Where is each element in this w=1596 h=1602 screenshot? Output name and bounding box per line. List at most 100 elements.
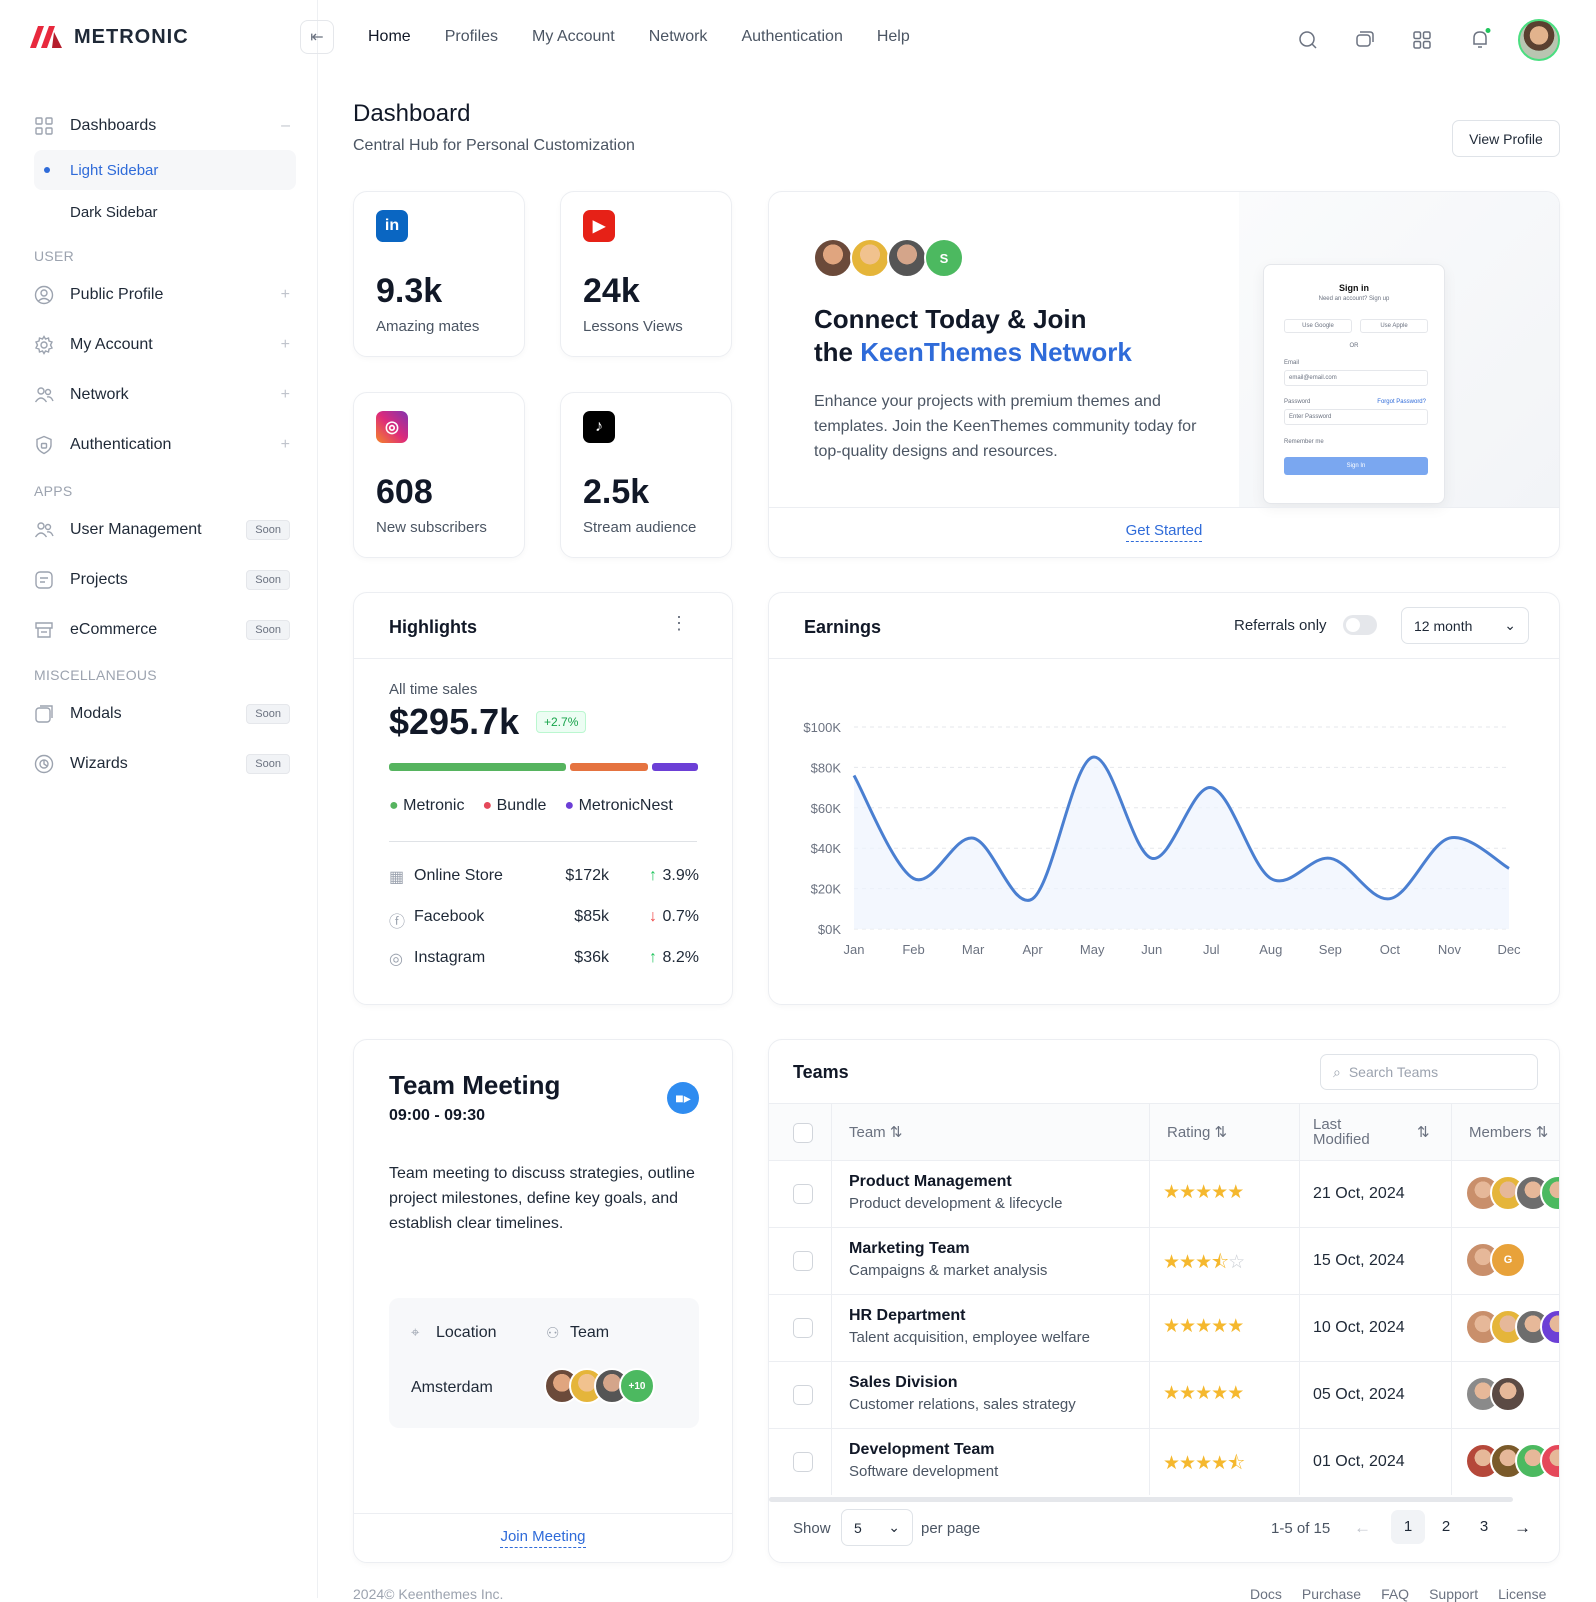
expand-icon[interactable]: + xyxy=(281,436,290,454)
horizontal-scrollbar[interactable] xyxy=(769,1497,1513,1502)
footer-link-faq[interactable]: FAQ xyxy=(1381,1586,1409,1602)
referrals-toggle[interactable] xyxy=(1343,615,1377,635)
legend-item: ● MetronicNest xyxy=(564,797,672,815)
table-row[interactable]: Marketing Team Campaigns & market analys… xyxy=(769,1227,1559,1294)
preview-google-button: Use Google xyxy=(1284,319,1352,333)
table-row[interactable]: HR Department Talent acquisition, employ… xyxy=(769,1294,1559,1361)
table-row[interactable]: Development Team Software development ★★… xyxy=(769,1428,1559,1495)
row-checkbox[interactable] xyxy=(793,1251,813,1271)
metronic-logo-icon xyxy=(28,24,64,50)
team-name[interactable]: HR Department xyxy=(849,1307,1090,1325)
footer-link-purchase[interactable]: Purchase xyxy=(1302,1586,1361,1602)
app-logo[interactable]: METRONIC xyxy=(28,24,189,50)
stat-card-youtube: ▶ 24k Lessons Views xyxy=(560,191,732,357)
row-change: 8.2% xyxy=(663,949,699,967)
soon-badge: Soon xyxy=(246,570,290,590)
sidebar-item-public-profile[interactable]: Public Profile + xyxy=(34,275,296,315)
legend-label: MetronicNest xyxy=(579,797,673,814)
topnav-authentication[interactable]: Authentication xyxy=(741,28,842,46)
column-divider xyxy=(1149,1161,1150,1227)
user-avatar[interactable] xyxy=(1518,19,1560,61)
column-members[interactable]: Members ⇅ xyxy=(1469,1123,1548,1141)
more-menu-icon[interactable]: ⋮ xyxy=(670,613,688,634)
row-checkbox[interactable] xyxy=(793,1452,813,1472)
topnav-my-account[interactable]: My Account xyxy=(532,28,615,46)
page-button-2[interactable]: 2 xyxy=(1429,1510,1463,1544)
expand-icon[interactable]: + xyxy=(281,386,290,404)
sidebar-item-ecommerce[interactable]: eCommerce Soon xyxy=(34,610,296,650)
row-checkbox[interactable] xyxy=(793,1184,813,1204)
team-name[interactable]: Product Management xyxy=(849,1173,1062,1191)
table-row[interactable]: Product Management Product development &… xyxy=(769,1160,1559,1227)
linkedin-icon: in xyxy=(376,210,408,242)
team-name[interactable]: Sales Division xyxy=(849,1374,1076,1392)
sidebar-item-network[interactable]: Network + xyxy=(34,375,296,415)
search-teams-input[interactable]: ⌕Search Teams xyxy=(1320,1054,1538,1090)
view-profile-button[interactable]: View Profile xyxy=(1452,120,1560,157)
row-checkbox[interactable] xyxy=(793,1385,813,1405)
prev-page-icon[interactable]: ← xyxy=(1354,1518,1371,1538)
team-description: Software development xyxy=(849,1463,998,1480)
sidebar-item-wizards[interactable]: Wizards Soon xyxy=(34,744,296,784)
last-modified-date: 01 Oct, 2024 xyxy=(1313,1453,1405,1471)
star-icon: ★ xyxy=(1163,1316,1179,1337)
footer-link-license[interactable]: License xyxy=(1498,1586,1546,1602)
team-name[interactable]: Marketing Team xyxy=(849,1240,1047,1258)
cta-wrapper: Get Started xyxy=(769,522,1559,540)
expand-icon[interactable]: + xyxy=(281,336,290,354)
sidebar-item-my-account[interactable]: My Account + xyxy=(34,325,296,365)
last-modified-date: 21 Oct, 2024 xyxy=(1313,1185,1405,1203)
store-icon: ▦ xyxy=(389,867,404,887)
next-page-icon[interactable]: → xyxy=(1514,1518,1531,1538)
sidebar-item-dashboards[interactable]: Dashboards – xyxy=(34,106,296,146)
page-button-3[interactable]: 3 xyxy=(1467,1510,1501,1544)
column-last-modified[interactable]: LastModified xyxy=(1313,1117,1370,1147)
topnav-network[interactable]: Network xyxy=(649,28,708,46)
preview-password-input: Enter Password xyxy=(1284,409,1428,425)
zoom-icon[interactable]: ■▸ xyxy=(667,1082,699,1114)
stat-label: Stream audience xyxy=(583,519,696,536)
page-button-1[interactable]: 1 xyxy=(1391,1510,1425,1544)
column-divider xyxy=(1299,1295,1300,1361)
search-icon[interactable] xyxy=(1298,30,1318,55)
bell-icon[interactable] xyxy=(1469,28,1491,55)
sidebar-item-authentication[interactable]: Authentication + xyxy=(34,425,296,465)
column-divider xyxy=(1451,1429,1452,1495)
bar-segment-metronic xyxy=(389,763,566,771)
select-all-checkbox[interactable] xyxy=(793,1123,813,1143)
column-team[interactable]: Team ⇅ xyxy=(849,1123,902,1141)
chat-icon[interactable] xyxy=(1355,30,1375,55)
sidebar-item-modals[interactable]: Modals Soon xyxy=(34,694,296,734)
team-name[interactable]: Development Team xyxy=(849,1441,998,1459)
apps-grid-icon[interactable] xyxy=(1412,30,1432,55)
table-header: Team ⇅ Rating ⇅ LastModified ⇅ Members ⇅ xyxy=(769,1103,1560,1160)
period-select[interactable]: 12 month⌄ xyxy=(1401,607,1529,644)
sidebar-item-dark-sidebar[interactable]: Dark Sidebar xyxy=(34,192,296,232)
preview-email-label: Email xyxy=(1284,360,1299,366)
y-tick-label: $60K xyxy=(811,801,842,816)
legend-label: Bundle xyxy=(497,797,547,814)
sidebar-item-projects[interactable]: Projects Soon xyxy=(34,560,296,600)
column-rating[interactable]: Rating ⇅ xyxy=(1167,1123,1227,1141)
join-meeting-link[interactable]: Join Meeting xyxy=(500,1528,585,1548)
rating-stars: ★★★★⯪ xyxy=(1163,1449,1244,1481)
top-navigation: ⇤ Home Profiles My Account Network Authe… xyxy=(300,20,910,54)
topnav-profiles[interactable]: Profiles xyxy=(445,28,498,46)
collapse-sidebar-button[interactable]: ⇤ xyxy=(300,20,334,54)
per-page-select[interactable]: 5⌄ xyxy=(841,1509,913,1546)
expand-icon[interactable]: + xyxy=(281,286,290,304)
collapse-icon[interactable]: – xyxy=(281,117,290,135)
get-started-link[interactable]: Get Started xyxy=(1126,522,1203,542)
sidebar-item-user-management[interactable]: User Management Soon xyxy=(34,510,296,550)
sort-icon[interactable]: ⇅ xyxy=(1417,1123,1430,1141)
sidebar-item-light-sidebar[interactable]: Light Sidebar xyxy=(34,150,296,190)
footer-link-docs[interactable]: Docs xyxy=(1250,1586,1282,1602)
topnav-help[interactable]: Help xyxy=(877,28,910,46)
footer-link-support[interactable]: Support xyxy=(1429,1586,1478,1602)
x-tick-label: Dec xyxy=(1497,942,1521,957)
topnav-home[interactable]: Home xyxy=(368,28,411,46)
section-heading-apps: APPS xyxy=(34,483,73,499)
table-row[interactable]: Sales Division Customer relations, sales… xyxy=(769,1361,1559,1428)
row-checkbox[interactable] xyxy=(793,1318,813,1338)
sidebar-item-label: User Management xyxy=(70,521,202,539)
